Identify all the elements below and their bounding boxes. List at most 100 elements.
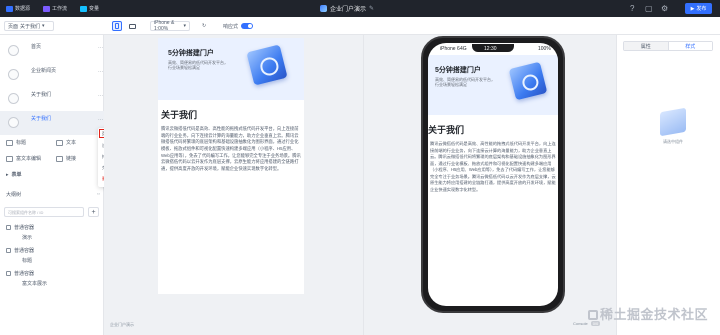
- container-icon: [6, 225, 11, 230]
- property-tabs: 属性 样式: [623, 41, 713, 51]
- page-body-text: 腾讯云微搭低代码是高效、高性能的拖拽式低代码开发平台，向上连接前端的行业业务，向…: [161, 126, 301, 171]
- topbar-item-label: 数据源: [15, 6, 31, 12]
- component-label: 文本: [66, 140, 77, 146]
- topbar-item-label: 工作流: [52, 6, 68, 12]
- outline-node-label: 普通容器: [14, 271, 35, 277]
- outline-title: 大纲树: [6, 192, 22, 198]
- chevron-down-icon: ▾: [183, 23, 186, 29]
- watermark-text: 稀土掘金技术社区: [600, 307, 709, 322]
- carrier-text: iPhone 6: [440, 46, 460, 52]
- page-name: 企业新闻页: [31, 68, 57, 74]
- app-logo-icon: [320, 5, 327, 12]
- refresh-icon[interactable]: ↻: [202, 21, 206, 31]
- app-title: 企业门户演示 ✎: [320, 4, 374, 13]
- web-preview[interactable]: 5分钟搭建门户 高效、简便易的低代码开发平台，行业场景轻松满足 关于我们 腾讯云…: [158, 38, 304, 294]
- variable-icon: [80, 5, 87, 12]
- page-heading: 关于我们: [428, 125, 465, 135]
- top-bar: 数据源 工作流 变量 企业门户演示 ✎ ? ▢ ⚙ ▶ 发布: [0, 0, 720, 17]
- banner-title: 5分钟搭建门户: [435, 67, 481, 74]
- device-select[interactable]: iPhone & 1:00% ▾: [150, 20, 190, 32]
- tab-style[interactable]: 样式: [667, 42, 712, 50]
- page-icon: [8, 69, 19, 80]
- container-icon: [6, 248, 11, 253]
- banner-title: 5分钟搭建门户: [168, 50, 214, 57]
- more-icon[interactable]: ···: [98, 69, 103, 75]
- outline-search-input[interactable]: 可搜索组件名称 / ID: [4, 207, 84, 217]
- more-icon[interactable]: ···: [98, 45, 103, 51]
- settings-icon[interactable]: ⚙: [661, 4, 668, 13]
- chevron-right-icon: ▸: [6, 171, 9, 178]
- cube-illustration-icon: [508, 61, 548, 101]
- page-select[interactable]: 页面 关于我们 ▾: [4, 21, 54, 31]
- add-node-button[interactable]: +: [88, 207, 99, 217]
- page-select-value: 关于我们: [20, 23, 41, 30]
- workflow-icon: [43, 5, 50, 12]
- console-label: Console: [573, 321, 588, 326]
- network-text: 4G: [460, 46, 467, 52]
- left-panel: 首页 ··· 企业新闻页 ··· 关于我们 ··· 关于我们 ··· 标题 文本…: [0, 35, 104, 335]
- component-title[interactable]: 标题: [6, 139, 26, 146]
- outline-node[interactable]: 标题: [22, 257, 32, 264]
- desktop-device-button[interactable]: [127, 21, 137, 31]
- text-component-icon: [56, 139, 63, 146]
- link-component-icon: [56, 155, 63, 162]
- topbar-item-variables[interactable]: 变量: [80, 5, 99, 12]
- outline-node[interactable]: 普通容器: [6, 224, 34, 231]
- device-select-value: iPhone & 1:00%: [154, 20, 175, 32]
- desktop-icon: [128, 23, 136, 29]
- responsive-label: 响应式: [223, 23, 239, 30]
- page-icon: [8, 117, 19, 128]
- phone-screen[interactable]: iPhone 6 4G 12:30 100% 5分钟搭建门户 高效、简便易的低代…: [428, 43, 558, 306]
- component-link[interactable]: 链接: [56, 155, 76, 162]
- battery-text: 100%: [538, 46, 551, 52]
- title-component-icon: [6, 139, 13, 146]
- empty-state-text: 请选中组件: [663, 139, 683, 144]
- topbar-item-datasource[interactable]: 数据源: [6, 5, 30, 12]
- outline-node[interactable]: 普通容器: [6, 247, 34, 254]
- datasource-icon: [6, 5, 13, 12]
- page-list-item[interactable]: 首页 ···: [0, 39, 104, 63]
- component-label: 富文本编辑: [16, 156, 42, 162]
- component-label: 链接: [66, 156, 77, 162]
- page-list-item-active[interactable]: 关于我们 ···: [0, 111, 104, 135]
- app-title-text: 企业门户演示: [330, 7, 367, 13]
- preview-banner: 5分钟搭建门户 高效、简便易的低代码开发平台，行业场景轻松满足: [158, 38, 304, 100]
- page-body-text: 腾讯云微搭低代码是高效、高性能的拖拽式低代码开发平台，向上连接前端的行业业务，向…: [430, 141, 556, 192]
- outline-node-label: 普通容器: [14, 225, 35, 231]
- mobile-icon: [115, 23, 119, 29]
- page-list-item[interactable]: 关于我们 ···: [0, 87, 104, 111]
- page-list-item[interactable]: 企业新闻页 ···: [0, 63, 104, 87]
- preview-icon[interactable]: ▢: [645, 4, 653, 13]
- mobile-device-button[interactable]: [112, 21, 122, 31]
- more-icon[interactable]: ···: [98, 117, 103, 123]
- page-icon: [8, 93, 19, 104]
- page-name: 首页: [31, 44, 42, 50]
- phone-preview: iPhone 6 4G 12:30 100% 5分钟搭建门户 高效、简便易的低代…: [421, 36, 565, 313]
- component-label: 标题: [16, 140, 27, 146]
- outline-node[interactable]: 普通容器: [6, 270, 34, 277]
- component-text[interactable]: 文本: [56, 139, 76, 146]
- page-heading: 关于我们: [161, 110, 198, 120]
- watermark: 稀土掘金技术社区: [588, 304, 708, 323]
- clock-text: 12:30: [484, 46, 497, 52]
- topbar-item-workflow[interactable]: 工作流: [43, 5, 67, 12]
- more-icon[interactable]: ···: [98, 93, 103, 99]
- outline-node[interactable]: 演示: [22, 234, 32, 241]
- footer-breadcrumb: 企业门户演示: [110, 322, 134, 327]
- canvas-divider: [363, 35, 364, 335]
- outline-node[interactable]: 富文本展示: [22, 280, 47, 287]
- help-icon[interactable]: ?: [630, 4, 634, 13]
- edit-icon[interactable]: ✎: [369, 5, 374, 12]
- collapse-icon[interactable]: ⇔: [96, 191, 101, 197]
- cube-illustration-icon: [246, 44, 288, 86]
- tab-properties[interactable]: 属性: [624, 42, 668, 50]
- page-icon: [8, 45, 19, 56]
- editor-toolbar: 页面 关于我们 ▾ iPhone & 1:00% ▾ ↻ 响应式: [0, 17, 720, 35]
- banner-subtitle: 高效、简便易的低代码开发平台，行业场景轻松满足: [168, 60, 228, 71]
- responsive-toggle[interactable]: [241, 23, 253, 29]
- component-section-form[interactable]: ▸ 表单: [6, 171, 22, 179]
- banner-subtitle: 高效、简便易的低代码开发平台，行业场景轻松满足: [435, 77, 495, 88]
- publish-button[interactable]: ▶ 发布: [685, 3, 712, 14]
- component-richtext[interactable]: 富文本编辑: [6, 155, 41, 162]
- preview-banner: 5分钟搭建门户 高效、简便易的低代码开发平台，行业场景轻松满足: [428, 55, 558, 115]
